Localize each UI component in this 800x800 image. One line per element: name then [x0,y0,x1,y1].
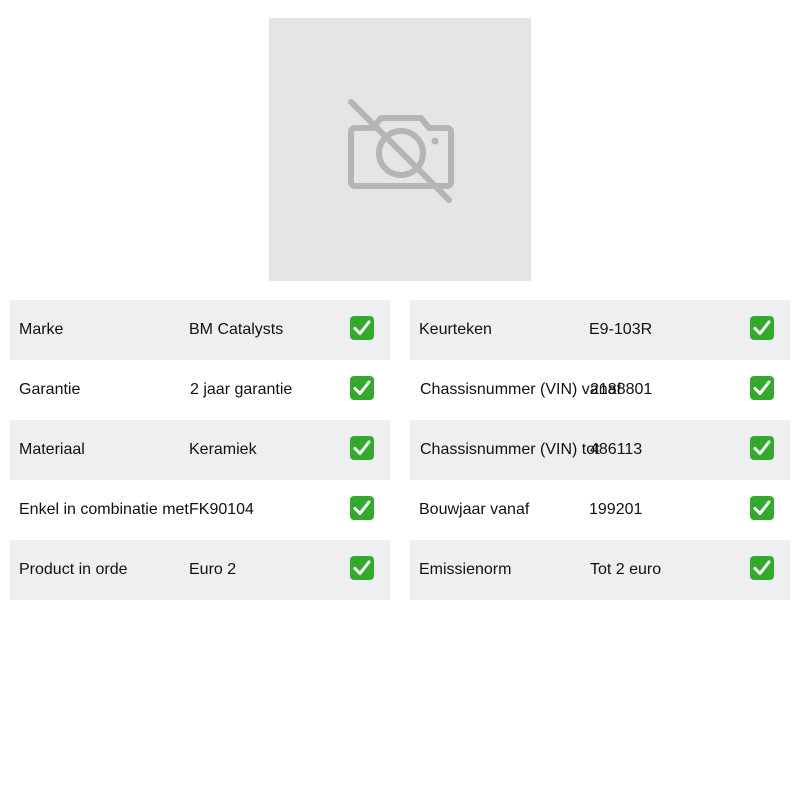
spec-value: 2 jaar garantie [190,381,293,398]
spec-label: Keurteken [419,321,492,338]
check-icon [350,316,374,340]
check-icon [750,316,774,340]
spec-label: Chassisnummer (VIN) tot [420,441,600,458]
check-icon [350,556,374,580]
spec-value: Keramiek [189,441,257,458]
check-icon [750,556,774,580]
spec-row-build-year: Bouwjaar vanaf 199201 [410,480,790,540]
spec-label: Garantie [19,381,81,398]
spec-value: 486113 [590,441,643,458]
spec-label: Bouwjaar vanaf [419,501,530,518]
specs-table-right: Keurteken E9-103R Chassisnummer (VIN) va… [410,300,790,600]
spec-value: 199201 [589,501,643,518]
specs-table-left: Marke BM Catalysts Garantie 2 jaar garan… [10,300,390,600]
check-icon [350,436,374,460]
spec-row-brand: Marke BM Catalysts [10,300,390,360]
spec-row-approval-mark: Keurteken E9-103R [410,300,790,360]
spec-row-warranty: Garantie 2 jaar garantie [10,360,390,420]
check-icon [750,496,774,520]
spec-label: Marke [19,321,64,338]
check-icon [750,436,774,460]
spec-value: Tot 2 euro [590,561,662,578]
check-icon [350,496,374,520]
spec-label: Product in orde [19,561,128,578]
spec-label: Materiaal [19,441,85,458]
spec-label: Emissienorm [419,561,512,578]
check-icon [750,376,774,400]
spec-row-emission-standard: Emissienorm Tot 2 euro [410,540,790,600]
product-image-placeholder [269,18,531,281]
spec-row-product-in-order: Product in orde Euro 2 [10,540,390,600]
spec-row-vin-from: Chassisnummer (VIN) vanaf 2188801 [410,360,790,420]
spec-value: FK90104 [189,501,254,518]
spec-value: Euro 2 [189,561,237,578]
check-icon [350,376,374,400]
spec-row-vin-to: Chassisnummer (VIN) tot 486113 [410,420,790,480]
spec-value: 2188801 [590,381,653,398]
spec-row-material: Materiaal Keramiek [10,420,390,480]
spec-value: E9-103R [589,321,653,338]
spec-label: Enkel in combinatie met [19,501,189,518]
spec-row-combination: Enkel in combinatie met FK90104 [10,480,390,540]
spec-value: BM Catalysts [189,321,284,338]
